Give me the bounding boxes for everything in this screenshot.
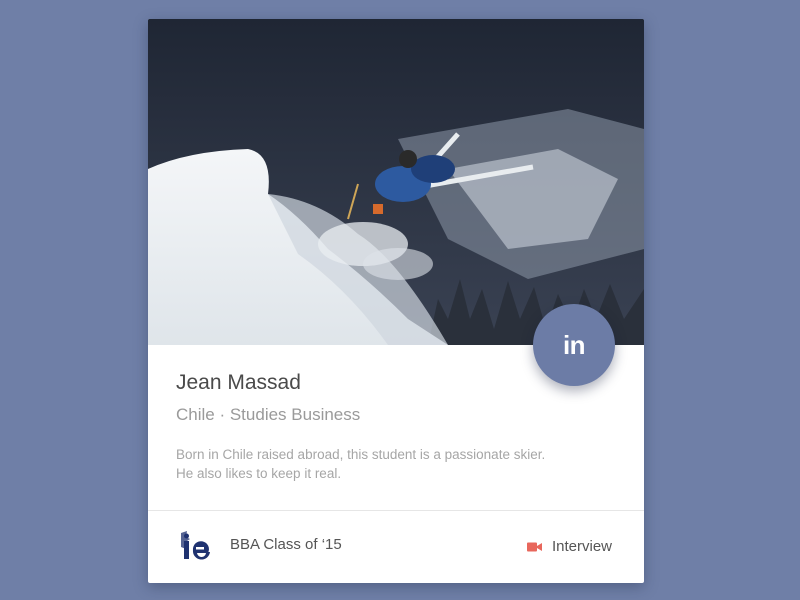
bio-line: Born in Chile raised abroad, this studen… xyxy=(176,447,546,462)
interview-button[interactable]: Interview xyxy=(526,538,612,555)
profile-name: Jean Massad xyxy=(176,371,301,394)
linkedin-icon: in xyxy=(562,329,586,360)
skier-photo xyxy=(148,19,644,345)
class-label: BBA Class of ‘15 xyxy=(230,536,342,553)
bio-line: He also likes to keep it real. xyxy=(176,466,342,481)
video-camera-icon xyxy=(526,542,542,551)
ie-logo-icon xyxy=(178,529,212,561)
profile-bio: Born in Chile raised abroad, this studen… xyxy=(176,445,596,483)
profile-card: in Jean Massad Chile · Studies Business … xyxy=(148,19,644,583)
cover-photo xyxy=(148,19,644,345)
card-footer: BBA Class of ‘15 Interview xyxy=(148,511,644,583)
interview-label: Interview xyxy=(551,538,612,555)
linkedin-button[interactable]: in xyxy=(533,304,615,386)
profile-subtitle: Chile · Studies Business xyxy=(176,405,361,424)
